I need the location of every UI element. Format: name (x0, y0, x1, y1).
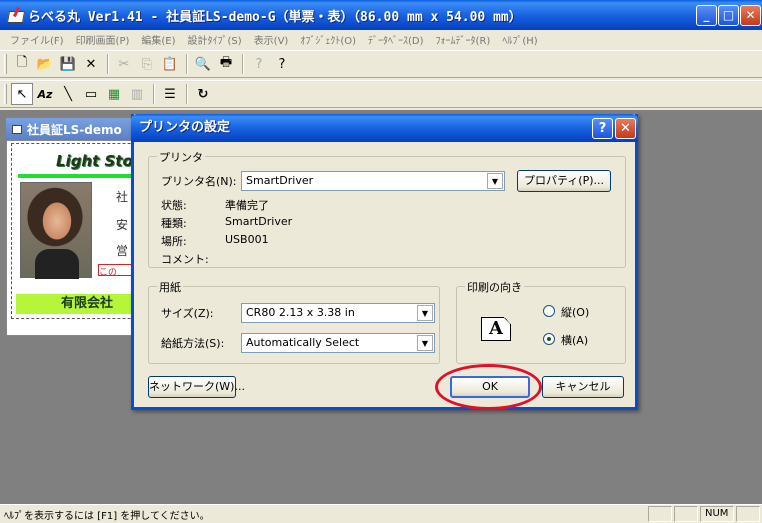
landscape-label[interactable]: 横(A) (561, 332, 588, 348)
toolbar-separator (242, 54, 244, 74)
card-photo[interactable] (20, 182, 92, 279)
print-icon[interactable]: 🖶 (215, 53, 237, 75)
paper-size-select[interactable]: CR80 2.13 x 3.38 in ▼ (241, 303, 435, 323)
paste-icon[interactable]: 📋 (159, 53, 181, 75)
orientation-preview-icon: A (481, 317, 511, 341)
status-message: ﾍﾙﾌﾟを表示するには [F1] を押してください。 (4, 510, 210, 522)
new-file-icon[interactable]: 🗋 (11, 53, 33, 75)
dialog-help-button[interactable]: ? (592, 118, 613, 139)
status-pane (674, 506, 698, 522)
printer-name-label: プリンタ名(N): (161, 175, 237, 188)
copy-icon[interactable]: ⎘ (136, 53, 158, 75)
card-text-fragment[interactable]: 営 (116, 242, 128, 259)
comment-label: コメント: (161, 253, 209, 266)
printer-group-label: プリンタ (157, 149, 205, 165)
menu-object[interactable]: ｵﾌﾞｼﾞｪｸﾄ(O) (294, 32, 362, 47)
rectangle-tool-icon[interactable]: ▭ (80, 83, 102, 105)
menu-file[interactable]: ファイル(F) (4, 32, 70, 47)
location-label: 場所: (161, 235, 187, 248)
menu-view[interactable]: 表示(V) (248, 32, 295, 47)
status-num-indicator: NUM (700, 506, 734, 522)
toolbar-separator (186, 84, 188, 104)
close-button[interactable]: ✕ (740, 5, 761, 26)
menu-edit[interactable]: 編集(E) (135, 32, 181, 47)
menu-print-screen[interactable]: 印刷画面(P) (70, 32, 136, 47)
standard-toolbar: 🗋 📂 💾 ✕ ✂ ⎘ 📋 🔍 🖶 ? ? (0, 50, 762, 78)
save-icon[interactable]: 💾 (57, 53, 79, 75)
portrait-label[interactable]: 縦(O) (561, 304, 589, 320)
chevron-down-icon[interactable]: ▼ (417, 335, 433, 351)
network-button[interactable]: ネットワーク(W)... (148, 376, 245, 398)
portrait-radio[interactable] (543, 305, 555, 317)
paper-source-select[interactable]: Automatically Select ▼ (241, 333, 435, 353)
app-logo-icon (6, 7, 24, 23)
properties-button[interactable]: プロパティ(P)... (517, 170, 611, 192)
paper-group: 用紙 サイズ(Z): CR80 2.13 x 3.38 in ▼ 給紙方法(S)… (148, 279, 440, 364)
orientation-group-label: 印刷の向き (465, 279, 524, 295)
toolbar-grip[interactable] (4, 54, 7, 74)
paper-size-label: サイズ(Z): (161, 307, 214, 320)
line-tool-icon[interactable]: ╲ (57, 83, 79, 105)
printer-settings-dialog: プリンタの設定 ? ✕ プリンタ プリンタ名(N): SmartDriver ▼… (131, 114, 638, 410)
status-value: 準備完了 (225, 199, 269, 212)
toolbar-separator (153, 84, 155, 104)
printer-name-value: SmartDriver (246, 174, 314, 187)
dialog-title: プリンタの設定 (139, 120, 231, 135)
cut-icon[interactable]: ✂ (113, 53, 135, 75)
barcode-tool-icon[interactable]: ▥ (126, 83, 148, 105)
print-preview-icon[interactable]: 🔍 (192, 53, 214, 75)
dialog-close-button[interactable]: ✕ (615, 118, 636, 139)
chevron-down-icon[interactable]: ▼ (487, 173, 503, 189)
card-text-fragment[interactable]: 安 (116, 216, 128, 233)
image-tool-icon[interactable]: ▦ (103, 83, 125, 105)
chevron-down-icon[interactable]: ▼ (417, 305, 433, 321)
landscape-radio[interactable] (543, 333, 555, 345)
paper-size-value: CR80 2.13 x 3.38 in (246, 306, 355, 319)
minimize-button[interactable]: _ (696, 5, 717, 26)
status-label: 状態: (161, 199, 187, 212)
dialog-title-bar[interactable]: プリンタの設定 (131, 114, 638, 142)
pointer-tool-icon[interactable]: ↖ (11, 83, 33, 105)
location-value: USB001 (225, 233, 269, 246)
help-icon[interactable]: ? (271, 53, 293, 75)
list-tool-icon[interactable]: ☰ (159, 83, 181, 105)
card-logo-text[interactable]: Light Sto (56, 152, 133, 170)
refresh-icon[interactable]: ↻ (192, 83, 214, 105)
printer-name-select[interactable]: SmartDriver ▼ (241, 171, 505, 191)
orientation-group: 印刷の向き A 縦(O) 横(A) (456, 279, 626, 364)
status-bar: ﾍﾙﾌﾟを表示するには [F1] を押してください。 NUM (0, 504, 762, 523)
app-title-bar[interactable]: らべる丸 Ver1.41 - 社員証LS-demo-G（単票・表）（86.00 … (0, 0, 762, 30)
open-folder-icon[interactable]: 📂 (34, 53, 56, 75)
menu-form-data[interactable]: ﾌｫｰﾑﾃﾞｰﾀ(R) (430, 32, 497, 47)
window-title: らべる丸 Ver1.41 - 社員証LS-demo-G（単票・表）（86.00 … (28, 9, 522, 25)
document-icon (12, 124, 22, 134)
cancel-button[interactable]: キャンセル (542, 376, 624, 398)
menu-help[interactable]: ﾍﾙﾌﾟ(H) (496, 32, 543, 47)
toolbar-separator (107, 54, 109, 74)
toolbar-grip[interactable] (4, 84, 7, 104)
delete-icon[interactable]: ✕ (80, 53, 102, 75)
ok-highlight-ellipse (435, 364, 542, 410)
paper-group-label: 用紙 (157, 279, 183, 295)
drawing-toolbar: ↖ Az ╲ ▭ ▦ ▥ ☰ ↻ (0, 80, 762, 108)
paper-source-value: Automatically Select (246, 336, 360, 349)
status-pane (736, 506, 760, 522)
document-title-text: 社員証LS-demo (27, 122, 122, 137)
type-value: SmartDriver (225, 215, 293, 228)
text-tool-icon[interactable]: Az (34, 83, 56, 105)
printer-group: プリンタ プリンタ名(N): SmartDriver ▼ プロパティ(P)...… (148, 149, 626, 268)
paper-source-label: 給紙方法(S): (161, 337, 225, 350)
status-pane (648, 506, 672, 522)
toolbar-separator (186, 54, 188, 74)
type-label: 種類: (161, 217, 187, 230)
card-text-fragment[interactable]: 社 (116, 188, 128, 205)
whats-this-icon[interactable]: ? (248, 53, 270, 75)
menu-design-type[interactable]: 設計ﾀｲﾌﾟ(S) (182, 32, 248, 47)
maximize-button[interactable]: □ (718, 5, 739, 26)
menu-database[interactable]: ﾃﾞｰﾀﾍﾞｰｽ(D) (362, 32, 430, 47)
menu-bar: ファイル(F) 印刷画面(P) 編集(E) 設計ﾀｲﾌﾟ(S) 表示(V) ｵﾌ… (0, 30, 762, 48)
